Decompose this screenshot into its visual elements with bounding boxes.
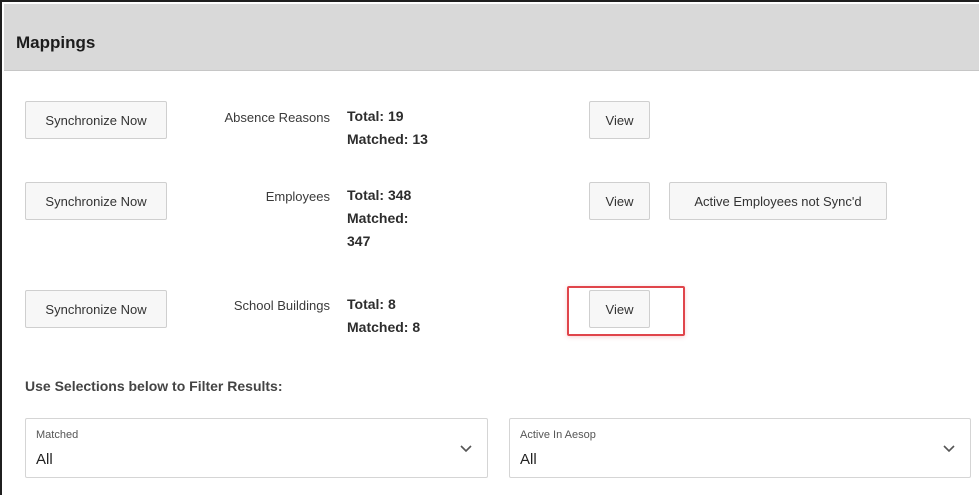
view-absence-reasons-button[interactable]: View [589,101,650,139]
absence-reasons-label: Absence Reasons [224,110,330,125]
active-filter-value: All [520,451,537,468]
panel-header: Mappings [4,4,979,71]
school-buildings-matched: Matched: 8 [347,319,421,335]
absence-reasons-stats: Total: 19 Matched: 13 [347,105,437,151]
chevron-down-icon [943,445,955,453]
absence-reasons-matched: Matched: 13 [347,131,428,147]
matched-filter-value: All [36,451,53,468]
employees-matched-value: 347 [347,233,371,249]
view-school-buildings-button[interactable]: View [589,290,650,328]
panel-title: Mappings [16,33,96,52]
synchronize-absence-reasons-button[interactable]: Synchronize Now [25,101,167,139]
synchronize-school-buildings-button[interactable]: Synchronize Now [25,290,167,328]
school-buildings-label: School Buildings [233,298,330,313]
employees-label: Employees [265,189,330,204]
school-buildings-total: Total: 8 [347,296,396,312]
employees-stats: Total: 348 Matched: 347 [347,184,437,253]
active-in-aesop-filter-select[interactable]: Active In Aesop All [509,418,971,478]
employees-matched-label: Matched: [347,210,409,226]
absence-reasons-total: Total: 19 [347,108,404,124]
view-employees-button[interactable]: View [589,182,650,220]
synchronize-employees-button[interactable]: Synchronize Now [25,182,167,220]
filter-heading: Use Selections below to Filter Results: [25,378,283,394]
school-buildings-stats: Total: 8 Matched: 8 [347,293,437,339]
chevron-down-icon [460,445,472,453]
active-employees-not-synced-button[interactable]: Active Employees not Sync'd [669,182,887,220]
matched-filter-select[interactable]: Matched All [25,418,488,478]
active-filter-label: Active In Aesop [520,429,596,441]
matched-filter-label: Matched [36,429,79,441]
employees-total: Total: 348 [347,187,412,203]
